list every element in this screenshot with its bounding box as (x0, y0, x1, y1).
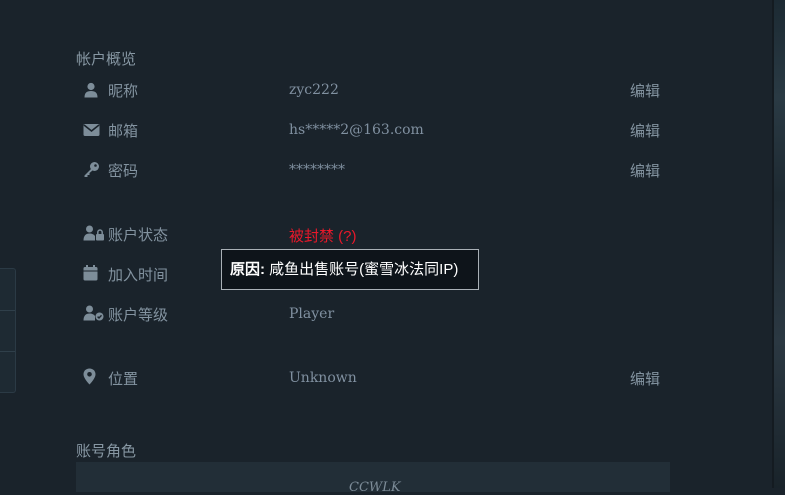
key-icon (83, 161, 101, 179)
password-value: ******** (289, 162, 345, 178)
join-time-label: 加入时间 (108, 267, 169, 284)
edit-password-button[interactable]: 编辑 (630, 160, 660, 181)
edit-location-button[interactable]: 编辑 (630, 368, 660, 389)
side-tab-separator (0, 310, 15, 311)
user-icon (83, 82, 101, 100)
side-tab-separator (0, 351, 15, 352)
background-art-strip (773, 0, 785, 488)
edit-nickname-button[interactable]: 编辑 (630, 80, 660, 101)
location-label: 位置 (108, 371, 139, 388)
nickname-value: zyc222 (289, 82, 339, 98)
account-status-label: 账户状态 (108, 227, 169, 244)
account-level-label: 账户等级 (108, 307, 169, 324)
envelope-icon (83, 123, 101, 141)
tooltip-text: 咸鱼出售账号(蜜雪冰法同IP) (269, 261, 459, 278)
password-label: 密码 (108, 163, 139, 180)
user-lock-icon (83, 225, 105, 243)
user-badge-icon (83, 305, 105, 323)
calendar-icon (83, 265, 101, 283)
account-level-value: Player (289, 306, 335, 322)
account-overview-title: 帐户概览 (76, 51, 137, 68)
email-value: hs*****2@163.com (289, 122, 424, 138)
side-tab-group[interactable] (0, 268, 16, 393)
location-value: Unknown (289, 370, 357, 386)
edit-email-button[interactable]: 编辑 (630, 120, 660, 141)
map-marker-icon (83, 368, 101, 386)
email-label: 邮箱 (108, 123, 139, 140)
account-status-value[interactable]: 被封禁 (?) (289, 225, 357, 246)
background-divider (772, 0, 774, 488)
tooltip-prefix: 原因: (230, 261, 265, 278)
ban-reason-tooltip: 原因: 咸鱼出售账号(蜜雪冰法同IP) (221, 249, 479, 290)
account-roles-title: 账号角色 (76, 443, 137, 460)
nickname-label: 昵称 (108, 83, 139, 100)
